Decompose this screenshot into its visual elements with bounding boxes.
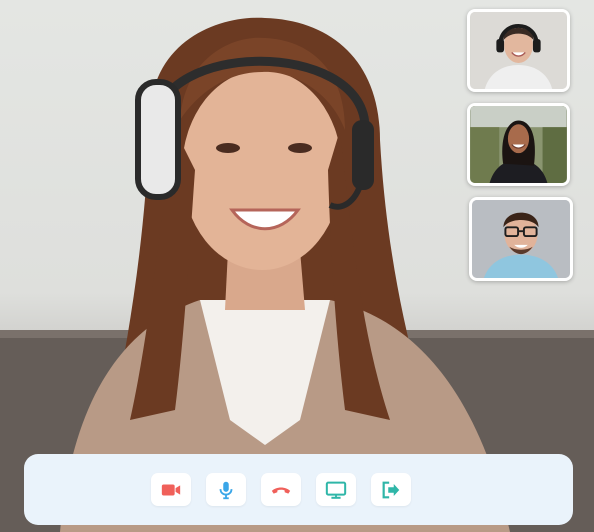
participant-thumbnail-1[interactable] — [467, 9, 570, 92]
microphone-toggle-button[interactable] — [205, 473, 246, 506]
screen-share-icon — [325, 481, 346, 499]
video-toggle-button[interactable] — [150, 473, 191, 506]
call-control-bar — [24, 454, 573, 525]
leave-icon — [382, 481, 399, 498]
participant-thumbnail-3[interactable] — [469, 197, 573, 281]
end-call-button[interactable] — [260, 473, 301, 506]
video-camera-icon — [161, 484, 180, 495]
participant-avatar-image — [472, 200, 570, 278]
participant-avatar-image — [470, 12, 567, 89]
microphone-icon — [219, 481, 232, 499]
participant-thumbnail-2[interactable] — [467, 103, 570, 186]
participant-avatar-image — [470, 106, 567, 183]
leave-call-button[interactable] — [370, 473, 411, 506]
hang-up-icon — [271, 486, 290, 494]
screen-share-button[interactable] — [315, 473, 356, 506]
